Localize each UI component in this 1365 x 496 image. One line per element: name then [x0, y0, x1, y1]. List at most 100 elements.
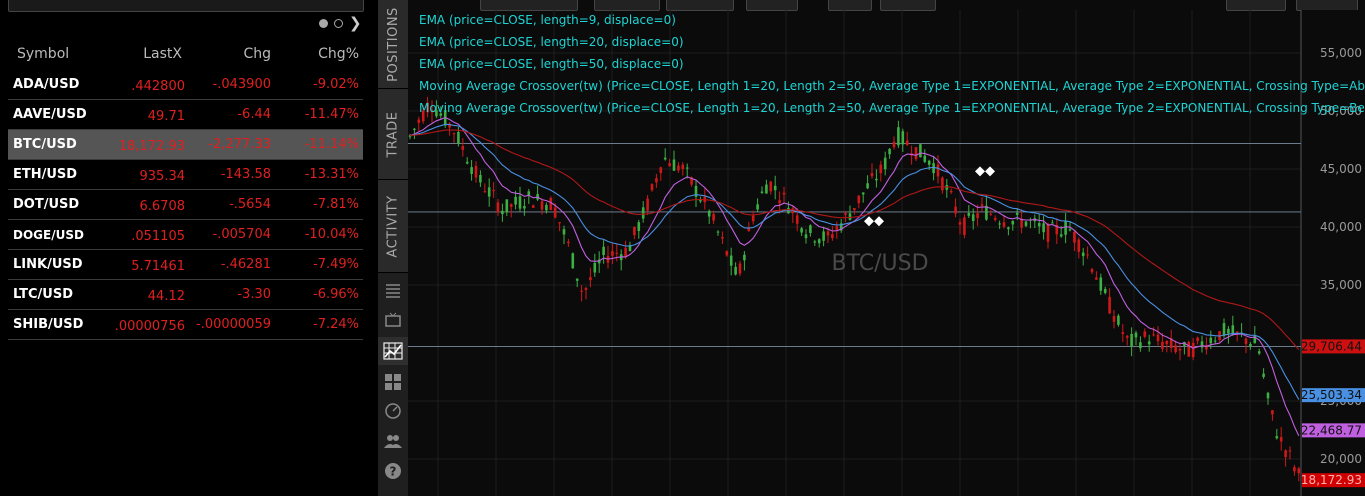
- candle-body: [1099, 277, 1103, 291]
- candle-body: [985, 205, 988, 220]
- candle-body: [923, 155, 927, 162]
- watchlist-row[interactable]: SHIB/USD .00000756 -.00000059 -7.24%: [8, 310, 363, 340]
- candle-body: [1068, 229, 1072, 231]
- candle-body: [470, 167, 473, 174]
- crossover-down-marker: [975, 166, 995, 177]
- candle-body: [751, 215, 755, 222]
- candle-body: [615, 252, 619, 254]
- candle-body: [699, 199, 702, 202]
- candle-body: [593, 263, 597, 273]
- watchlist-row[interactable]: DOGE/USD .051105 -.005704 -10.04%: [8, 220, 363, 250]
- watchlist-row[interactable]: ETH/USD 935.34 -143.58 -13.31%: [8, 160, 363, 190]
- symbol-search-input[interactable]: [8, 0, 364, 12]
- row-last: .442800: [131, 79, 185, 94]
- candle-body: [602, 246, 605, 256]
- row-change: -143.58: [220, 167, 271, 182]
- candle-body: [584, 288, 588, 290]
- candle-body: [1196, 337, 1199, 342]
- watchlist-row-selected[interactable]: BTC/USD 18,172.93 -2,277.33 -11.14%: [8, 130, 363, 160]
- tv-icon[interactable]: [384, 311, 402, 329]
- column-header-change[interactable]: Chg: [243, 46, 271, 62]
- watchlist-row[interactable]: AAVE/USD 49.71 -6.44 -11.47%: [8, 100, 363, 130]
- row-change-percent: -11.14%: [304, 137, 359, 152]
- study-label-crossover-above[interactable]: Moving Average Crossover(tw) (Price=CLOS…: [419, 78, 1365, 100]
- row-change: -6.44: [237, 107, 271, 122]
- pager-dot-inactive[interactable]: [334, 19, 343, 28]
- list-icon[interactable]: [384, 281, 402, 299]
- study-label-ema9[interactable]: EMA (price=CLOSE, length=9, displace=0): [419, 12, 1365, 34]
- row-change: -.043900: [212, 77, 271, 92]
- study-label-ema50[interactable]: EMA (price=CLOSE, length=50, displace=0): [419, 56, 1365, 78]
- candle-body: [795, 215, 799, 224]
- grid-icon[interactable]: [384, 373, 402, 391]
- chart-tab-selected[interactable]: [378, 337, 408, 365]
- candle-body: [1103, 288, 1107, 293]
- column-header-symbol[interactable]: Symbol: [17, 46, 69, 62]
- candle-body: [914, 147, 918, 160]
- row-last: 935.34: [139, 169, 186, 184]
- candle-body: [1209, 337, 1213, 344]
- candle-body: [1293, 467, 1296, 472]
- help-icon[interactable]: ?: [384, 462, 402, 480]
- row-last: 18,172.93: [118, 139, 185, 154]
- candle-body: [1174, 345, 1177, 353]
- row-symbol: LINK/USD: [13, 257, 83, 272]
- candle-body: [817, 239, 821, 244]
- watchlist-row[interactable]: LTC/USD 44.12 -3.30 -6.96%: [8, 280, 363, 310]
- candle-body: [1108, 296, 1111, 314]
- candle-body: [993, 217, 997, 220]
- row-symbol: SHIB/USD: [13, 317, 84, 332]
- candle-body: [1262, 373, 1265, 377]
- tab-positions[interactable]: POSITIONS: [378, 0, 408, 89]
- candle-body: [725, 251, 729, 256]
- candle-body: [949, 190, 953, 193]
- candle-body: [782, 192, 786, 195]
- candle-body: [633, 226, 636, 236]
- row-change-percent: -10.04%: [304, 227, 359, 242]
- candle-body: [1134, 332, 1138, 338]
- candle-body: [1086, 254, 1089, 256]
- chart-watermark: BTC/USD: [831, 251, 928, 276]
- candle-body: [1213, 340, 1217, 342]
- gauge-icon[interactable]: [384, 402, 402, 420]
- watchlist-row[interactable]: DOT/USD 6.6708 -.5654 -7.81%: [8, 190, 363, 220]
- candle-body: [936, 164, 940, 177]
- candle-body: [1271, 410, 1274, 415]
- candle-body: [1178, 349, 1182, 351]
- row-change: -.5654: [229, 197, 271, 212]
- candle-body: [1139, 342, 1142, 349]
- tab-activity[interactable]: ACTIVITY: [378, 180, 408, 273]
- price-tag-label: 25,503.34: [1301, 388, 1362, 402]
- candle-body: [659, 167, 663, 173]
- candle-body: [1165, 341, 1169, 345]
- candle-body: [1051, 222, 1054, 224]
- chevron-right-icon[interactable]: ❯: [349, 15, 362, 31]
- column-header-last[interactable]: LastX: [143, 46, 182, 62]
- candle-body: [861, 192, 865, 195]
- watchlist-row[interactable]: LINK/USD 5.71461 -.46281 -7.49%: [8, 250, 363, 280]
- candle-body: [523, 206, 526, 209]
- candle-body: [1081, 252, 1085, 257]
- candle-body: [738, 263, 742, 274]
- study-label-crossover-below[interactable]: Moving Average Crossover(tw) (Price=CLOS…: [419, 100, 1365, 122]
- y-axis-tick-label: 20,000: [1320, 452, 1362, 466]
- candle-body: [716, 231, 720, 233]
- column-header-change-percent[interactable]: Chg%: [318, 46, 359, 62]
- candle-body: [487, 187, 491, 197]
- pager-dot-active[interactable]: [319, 19, 328, 28]
- candle-body: [1002, 222, 1006, 227]
- chart-area[interactable]: BTC/USD55,00050,00045,00040,00035,00025,…: [408, 0, 1365, 496]
- candle-body: [637, 222, 641, 232]
- candle-body: [980, 204, 984, 206]
- tab-trade[interactable]: TRADE: [378, 89, 408, 180]
- users-icon[interactable]: [384, 432, 402, 450]
- candle-body: [1117, 315, 1120, 325]
- candle-body: [641, 207, 645, 219]
- candle-body: [857, 195, 861, 204]
- candle-body: [1191, 342, 1195, 358]
- candle-body: [611, 250, 614, 256]
- candle-body: [998, 223, 1001, 225]
- watchlist-row[interactable]: ADA/USD .442800 -.043900 -9.02%: [8, 70, 363, 100]
- candle-body: [514, 196, 517, 205]
- study-label-ema20[interactable]: EMA (price=CLOSE, length=20, displace=0): [419, 34, 1365, 56]
